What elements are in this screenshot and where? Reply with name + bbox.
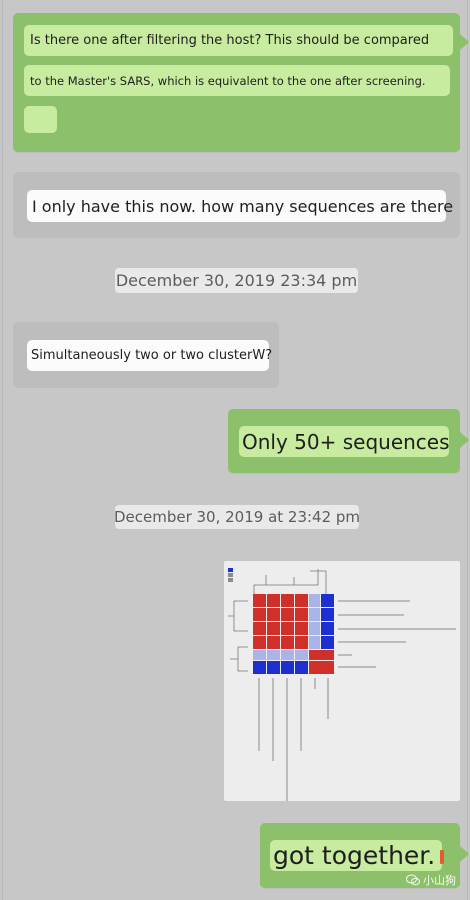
message-empty-highlight	[24, 106, 57, 133]
bubble-tail	[460, 34, 469, 50]
legend-swatch-blue	[228, 568, 233, 572]
message-text: Simultaneously two or two clusterW?	[27, 340, 272, 371]
column-labels	[258, 678, 329, 801]
message-text-line-2: to the Master's SARS, which is equivalen…	[24, 65, 450, 96]
message-text: got together.	[270, 840, 442, 871]
message-text: Only 50+ sequences	[239, 426, 450, 457]
timestamp-2: December 30, 2019 at 23:42 pm	[114, 505, 360, 529]
message-text-line-1: Is there one after filtering the host? T…	[24, 25, 453, 56]
heatmap-cells	[253, 594, 334, 674]
bubble-tail	[460, 432, 469, 448]
message-bubble-received-1[interactable]: I only have this now. how many sequences…	[13, 172, 460, 238]
legend-swatch-grey	[228, 578, 233, 582]
left-dendrogram	[228, 600, 248, 672]
heatmap-image	[228, 568, 456, 801]
wechat-icon	[406, 874, 420, 886]
message-bubble-sent-1[interactable]: Is there one after filtering the host? T…	[13, 13, 460, 152]
watermark: 小山狗	[406, 872, 456, 888]
row-labels	[338, 600, 456, 668]
message-text: I only have this now. how many sequences…	[27, 190, 453, 222]
watermark-text: 小山狗	[423, 874, 456, 887]
heatmap-image-message[interactable]	[224, 561, 460, 801]
message-bubble-received-2[interactable]: Simultaneously two or two clusterW?	[13, 322, 279, 388]
left-edge-line	[2, 0, 3, 900]
message-bubble-sent-2[interactable]: Only 50+ sequences	[228, 409, 460, 473]
timestamp-1: December 30, 2019 23:34 pm	[115, 268, 358, 293]
legend-swatch-grey	[228, 573, 233, 577]
bubble-tail	[460, 846, 469, 862]
right-edge-line	[467, 0, 468, 900]
top-dendrogram	[253, 569, 327, 595]
cursor-mark	[440, 850, 444, 864]
